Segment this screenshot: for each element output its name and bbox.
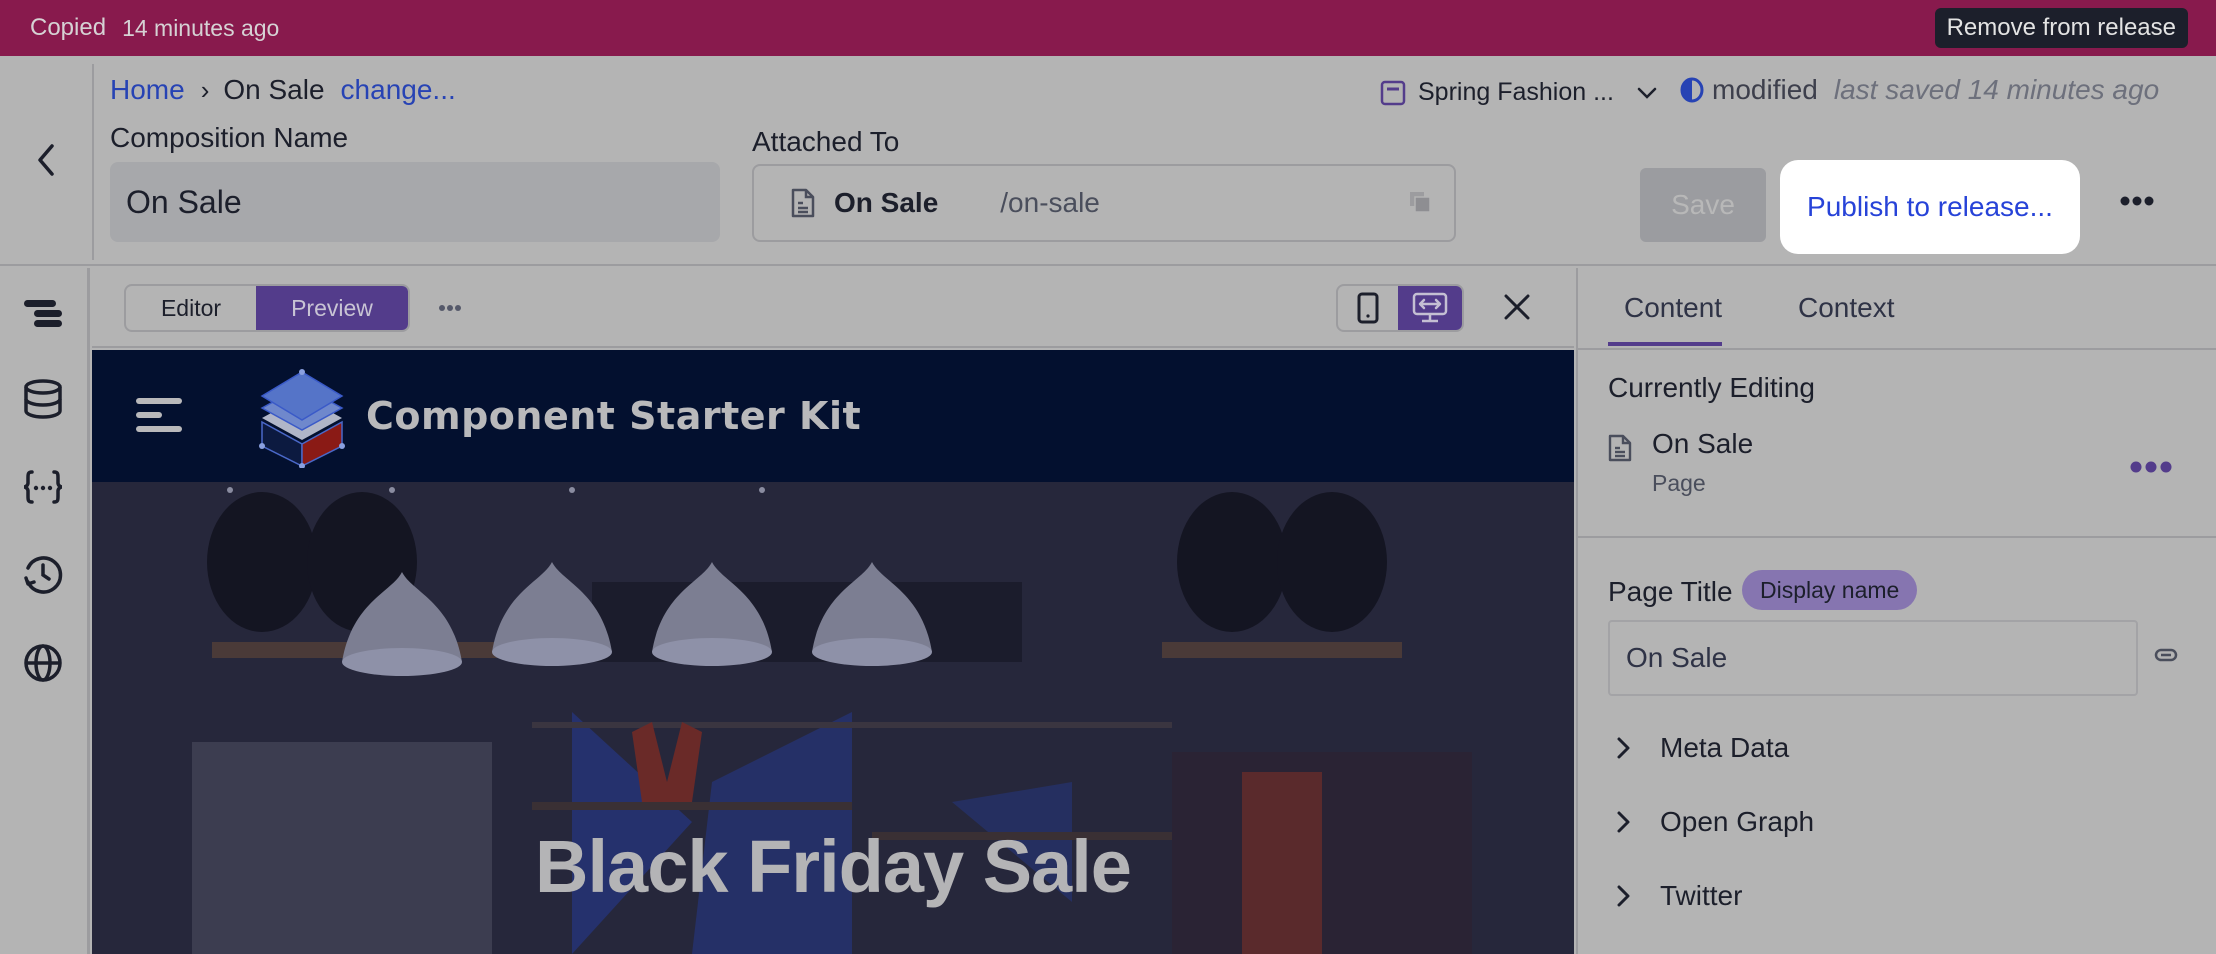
structure-icon[interactable] bbox=[22, 292, 64, 334]
copy-icon[interactable] bbox=[1408, 190, 1432, 214]
divider bbox=[92, 64, 94, 260]
site-menu-icon[interactable] bbox=[134, 394, 184, 436]
release-selector[interactable]: Spring Fashion ... bbox=[1380, 78, 1658, 107]
copied-status: Copied bbox=[30, 14, 107, 41]
attached-page-name: On Sale bbox=[834, 187, 939, 218]
save-button[interactable]: Save bbox=[1640, 168, 1766, 242]
site-logo bbox=[259, 369, 345, 468]
composition-name-label: Composition Name bbox=[110, 122, 349, 153]
composition-header: Home › On Sale change... Composition Nam… bbox=[0, 56, 2216, 266]
breadcrumb: Home › On Sale change... bbox=[110, 74, 456, 106]
section-label: Meta Data bbox=[1660, 732, 1790, 763]
chevron-right-icon bbox=[1617, 811, 1630, 833]
document-icon bbox=[791, 188, 815, 218]
divider bbox=[1578, 536, 2216, 538]
attached-page-path: /on-sale bbox=[1000, 187, 1100, 218]
page-title-label: Page Title bbox=[1608, 576, 1733, 607]
more-options-icon[interactable] bbox=[2120, 194, 2154, 208]
current-item-name: On Sale bbox=[1652, 428, 1754, 459]
last-saved-text: last saved 14 minutes ago bbox=[1833, 74, 2160, 105]
preview-canvas[interactable]: Component Starter Kit Black Friday Sale bbox=[92, 350, 1574, 954]
more-icon[interactable] bbox=[438, 304, 462, 312]
copied-time: 14 minutes ago bbox=[122, 14, 280, 41]
breadcrumb-home-link[interactable]: Home bbox=[110, 74, 185, 106]
preview-toolbar: Editor Preview bbox=[92, 268, 1574, 348]
tool-rail bbox=[0, 268, 90, 954]
breadcrumb-separator: › bbox=[200, 74, 210, 105]
mode-toggle: Editor Preview bbox=[124, 284, 410, 332]
hero-title: Black Friday Sale bbox=[535, 825, 1132, 908]
section-label: Open Graph bbox=[1660, 806, 1815, 837]
chevron-right-icon bbox=[1617, 737, 1630, 759]
tab-context[interactable]: Context bbox=[1798, 292, 1895, 324]
history-icon[interactable] bbox=[22, 554, 64, 596]
globe-icon[interactable] bbox=[22, 642, 64, 684]
section-meta-data[interactable]: Meta Data bbox=[1616, 732, 1789, 764]
current-item-type: Page bbox=[1652, 470, 1706, 496]
mobile-icon bbox=[1357, 292, 1379, 324]
device-toggle bbox=[1336, 284, 1464, 332]
display-name-badge: Display name bbox=[1742, 570, 1918, 610]
breadcrumb-current: On Sale bbox=[223, 74, 325, 105]
hero-banner: Black Friday Sale bbox=[92, 482, 1574, 954]
properties-panel: Content Context Currently Editing On Sal… bbox=[1576, 268, 2216, 954]
modified-status-icon bbox=[1680, 77, 1704, 103]
document-icon bbox=[1608, 434, 1632, 462]
variables-icon[interactable] bbox=[22, 466, 64, 508]
page-title-input[interactable]: On Sale bbox=[1608, 620, 2138, 696]
preview-mode-button[interactable]: Preview bbox=[256, 286, 408, 330]
chevron-down-icon bbox=[1637, 87, 1657, 99]
section-label: Twitter bbox=[1660, 880, 1743, 911]
attached-to-label: Attached To bbox=[752, 126, 900, 157]
section-twitter[interactable]: Twitter bbox=[1616, 880, 1742, 912]
active-tab-indicator bbox=[1608, 342, 1722, 346]
chevron-right-icon bbox=[1617, 885, 1630, 907]
site-brand-name: Component Starter Kit bbox=[366, 394, 862, 438]
tab-content[interactable]: Content bbox=[1624, 292, 1722, 324]
release-selected: Spring Fashion ... bbox=[1418, 78, 1614, 106]
panel-tabs: Content Context bbox=[1578, 268, 2216, 350]
release-banner: Copied 14 minutes ago Remove from releas… bbox=[0, 0, 2216, 56]
link-icon[interactable] bbox=[2154, 648, 2178, 662]
remove-from-release-button[interactable]: Remove from release bbox=[1934, 8, 2188, 48]
back-button[interactable] bbox=[0, 56, 92, 264]
attached-to-field[interactable]: On Sale /on-sale bbox=[752, 164, 1456, 242]
mobile-view-button[interactable] bbox=[1338, 286, 1398, 330]
status-text: modified bbox=[1712, 74, 1818, 105]
editor-mode-button[interactable]: Editor bbox=[126, 286, 256, 330]
database-icon[interactable] bbox=[22, 378, 64, 420]
desktop-resize-icon bbox=[1412, 292, 1448, 323]
chevron-left-icon bbox=[38, 144, 54, 176]
currently-editing-heading: Currently Editing bbox=[1608, 372, 1815, 403]
change-parent-link[interactable]: change... bbox=[341, 74, 456, 106]
item-more-icon[interactable] bbox=[2130, 460, 2172, 474]
section-open-graph[interactable]: Open Graph bbox=[1616, 806, 1814, 838]
composition-name-input[interactable]: On Sale bbox=[110, 162, 720, 242]
desktop-view-button[interactable] bbox=[1398, 286, 1462, 330]
publish-to-release-button[interactable]: Publish to release... bbox=[1780, 160, 2080, 254]
site-navbar: Component Starter Kit bbox=[92, 350, 1574, 482]
release-icon bbox=[1380, 80, 1406, 105]
status-indicator: modified last saved 14 minutes ago bbox=[1680, 74, 2159, 106]
close-icon[interactable] bbox=[1502, 292, 1532, 322]
